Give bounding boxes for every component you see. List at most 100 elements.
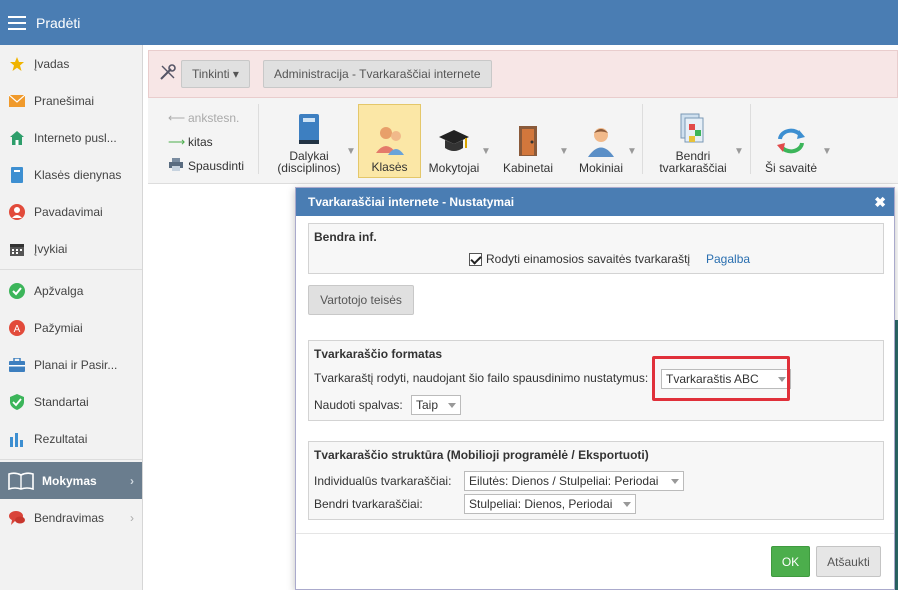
caret-down-icon[interactable]: ▼ <box>346 146 356 157</box>
subjects-label: Dalykai (disciplinos) <box>277 149 341 175</box>
chevron-down-icon <box>671 479 679 484</box>
bar-chart-icon <box>8 430 26 448</box>
sidebar-item-label: Įvykiai <box>34 241 68 256</box>
sidebar-item-mokymas[interactable]: Mokymas › <box>0 462 142 499</box>
dialog-title: Tvarkaraščiai internete - Nustatymai <box>308 195 515 209</box>
ribbon-divider <box>750 104 751 174</box>
admin-toolbar: Tinkinti ▾ Administracija - Tvarkaraščia… <box>148 50 898 98</box>
sidebar-item-klases-dienynas[interactable]: Klasės dienynas <box>0 156 142 193</box>
person-icon <box>8 203 26 221</box>
open-book-icon <box>8 471 34 490</box>
show-current-week-checkbox[interactable] <box>469 253 482 266</box>
sidebar-item-apzvalga[interactable]: Apžvalga <box>0 272 142 309</box>
use-colors-label: Naudoti spalvas: <box>314 398 403 412</box>
print-link[interactable]: Spausdinti <box>168 154 244 178</box>
sidebar-item-pranesimai[interactable]: Pranešimai <box>0 82 142 119</box>
classes-button[interactable]: Klasės <box>358 104 421 178</box>
tools-icon <box>159 63 177 84</box>
person-icon <box>588 128 614 157</box>
sidebar-item-label: Interneto pusl... <box>34 130 117 145</box>
top-bar: Pradėti <box>0 0 898 45</box>
sidebar-item-bendravimas[interactable]: Bendravimas › <box>0 499 142 536</box>
caret-down-icon[interactable]: ▼ <box>559 146 569 157</box>
teachers-button[interactable]: Mokytojai <box>426 104 482 178</box>
door-icon <box>519 126 537 156</box>
sidebar-item-planai[interactable]: Planai ir Pasir... <box>0 346 142 383</box>
sidebar-item-label: Planai ir Pasir... <box>34 357 118 372</box>
caret-down-icon[interactable]: ▼ <box>627 146 637 157</box>
dialog-footer-divider <box>296 533 894 534</box>
sidebar-divider <box>0 269 142 270</box>
ribbon-divider <box>642 104 643 174</box>
caret-down-icon[interactable]: ▼ <box>481 146 491 157</box>
sidebar-item-pazymiai[interactable]: A Pažymiai <box>0 309 142 346</box>
timetable-icon <box>680 113 704 143</box>
menu-icon[interactable] <box>8 15 26 30</box>
user-rights-button[interactable]: Vartotojo teisės <box>308 285 414 315</box>
classes-label: Klasės <box>371 160 408 174</box>
show-current-week-label: Rodyti einamosios savaitės tvarkaraštį <box>486 252 691 266</box>
help-link[interactable]: Pagalba <box>706 252 750 266</box>
book-icon <box>299 114 319 144</box>
sidebar-item-label: Pavadavimai <box>34 204 103 219</box>
sidebar-item-label: Pranešimai <box>34 93 95 108</box>
sidebar-item-rezultatai[interactable]: Rezultatai <box>0 420 142 457</box>
printer-icon <box>168 158 184 174</box>
sidebar-item-interneto-puslapis[interactable]: Interneto pusl... <box>0 119 142 156</box>
print-settings-label: Tvarkaraštį rodyti, naudojant šio failo … <box>314 371 649 385</box>
ribbon: ⟵ ankstesn. ⟶ kitas Spausdinti Dalykai (… <box>148 98 898 184</box>
breadcrumb-button[interactable]: Administracija - Tvarkaraščiai internete <box>263 60 492 88</box>
individual-timetables-value: Eilutės: Dienos / Stulpeliai: Periodai <box>469 474 659 488</box>
sidebar-divider <box>0 459 142 460</box>
students-icon <box>375 127 404 155</box>
use-colors-select[interactable]: Taip <box>411 395 461 415</box>
teachers-label: Mokytojai <box>428 161 480 175</box>
sidebar-item-label: Bendravimas <box>34 510 105 525</box>
sidebar-item-standartai[interactable]: Standartai <box>0 383 142 420</box>
individual-timetables-select[interactable]: Eilutės: Dienos / Stulpeliai: Periodai <box>464 471 684 491</box>
check-circle-icon <box>8 282 26 300</box>
highlight-annotation <box>652 356 790 401</box>
common-timetables-select[interactable]: Stulpeliai: Dienos, Periodai <box>464 494 636 514</box>
this-week-button[interactable]: Ši savaitė <box>762 104 820 178</box>
sidebar-item-ivadas[interactable]: Įvadas <box>0 45 142 82</box>
ok-button[interactable]: OK <box>771 546 810 577</box>
customize-button[interactable]: Tinkinti ▾ <box>181 60 250 88</box>
ribbon-divider <box>258 104 259 174</box>
common-timetables-button[interactable]: Bendri tvarkaraščiai <box>654 104 732 178</box>
sidebar-item-label: Rezultatai <box>34 431 88 446</box>
next-link[interactable]: ⟶ kitas <box>168 130 244 154</box>
house-icon <box>8 129 26 147</box>
structure-section: Tvarkaraščio struktūra (Mobilioji progra… <box>308 441 884 520</box>
print-label: Spausdinti <box>188 159 245 173</box>
students-button[interactable]: Mokiniai <box>576 104 626 178</box>
previous-label: ankstesn. <box>188 111 240 125</box>
chevron-down-icon <box>623 502 631 507</box>
structure-section-title: Tvarkaraščio struktūra (Mobilioji progra… <box>314 448 649 462</box>
sidebar-item-label: Standartai <box>34 394 89 409</box>
caret-down-icon[interactable]: ▼ <box>822 146 832 157</box>
chevron-right-icon: › <box>130 473 134 488</box>
sidebar-item-ivykiai[interactable]: Įvykiai <box>0 230 142 267</box>
caret-down-icon[interactable]: ▼ <box>734 146 744 157</box>
settings-dialog: Tvarkaraščiai internete - Nustatymai ✖ B… <box>295 187 895 590</box>
arrow-right-icon: ⟶ <box>168 135 186 149</box>
close-icon[interactable]: ✖ <box>874 194 886 211</box>
previous-link[interactable]: ⟵ ankstesn. <box>168 106 244 130</box>
calendar-icon <box>8 240 26 258</box>
sidebar-item-pavadavimai[interactable]: Pavadavimai <box>0 193 142 230</box>
chevron-right-icon: › <box>130 510 134 525</box>
students-label: Mokiniai <box>578 161 623 175</box>
star-icon <box>8 55 26 73</box>
cancel-button[interactable]: Atšaukti <box>816 546 881 577</box>
nav-links: ⟵ ankstesn. ⟶ kitas Spausdinti <box>168 106 244 178</box>
subjects-button[interactable]: Dalykai (disciplinos) <box>270 104 348 178</box>
rooms-button[interactable]: Kabinetai <box>500 104 556 178</box>
general-section-title: Bendra inf. <box>314 230 377 244</box>
envelope-icon <box>8 92 26 110</box>
general-section: Bendra inf. Rodyti einamosios savaitės t… <box>308 223 884 274</box>
format-section-title: Tvarkaraščio formatas <box>314 347 443 361</box>
svg-text:A: A <box>14 324 21 335</box>
sidebar-item-label: Apžvalga <box>34 283 84 298</box>
shield-icon <box>8 393 26 411</box>
